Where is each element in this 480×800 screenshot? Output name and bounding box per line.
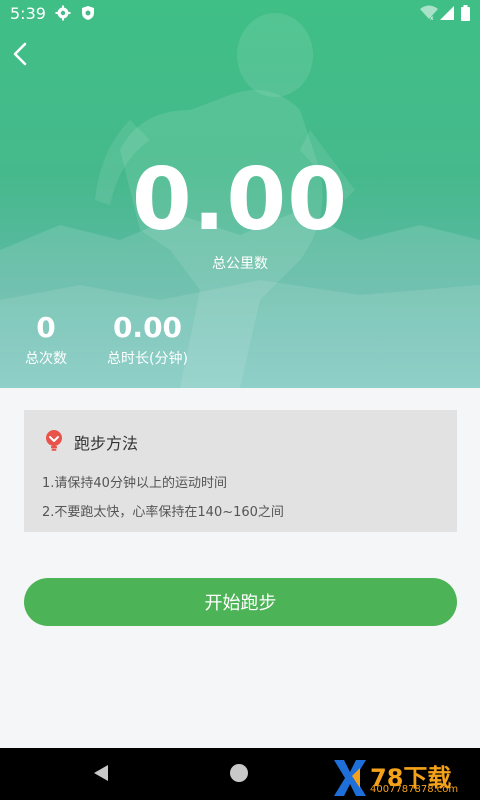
status-bar: 5:39 x [0,0,480,28]
total-duration-stat: 0.00 总时长(分钟) [100,312,195,368]
tip-line: 2.不要跑太快，心率保持在140~160之间 [42,505,284,520]
total-km-value: 0.00 [131,150,349,250]
nav-home-icon[interactable] [230,764,248,782]
x-logo-icon [334,760,366,796]
gear-icon [55,5,71,21]
back-arrow-icon[interactable] [8,40,36,68]
tip-line: 1.请保持40分钟以上的运动时间 [42,476,227,491]
total-duration-label: 总时长(分钟) [107,351,188,367]
signal-icon [440,6,454,20]
wifi-icon: x [420,5,438,21]
watermark: 78下载 4007787878.com [330,756,475,800]
status-time: 5:39 [10,4,46,23]
tips-title: 跑步方法 [74,434,139,453]
svg-text:x: x [430,15,434,21]
hero-banner: 5:39 x 0.00 总公里数 0 总次数 0.00 总时长(分钟) [0,0,480,388]
lightbulb-icon [46,430,62,451]
total-duration-value: 0.00 [112,311,183,344]
battery-icon [461,5,470,21]
total-km-label: 总公里数 [212,256,268,272]
total-count-stat: 0 总次数 [18,312,74,368]
nav-back-icon[interactable] [92,764,110,782]
screen: 5:39 x 0.00 总公里数 0 总次数 0.00 总时长(分钟) 跑步方法… [0,0,480,800]
running-tips-card: 跑步方法 1.请保持40分钟以上的运动时间 2.不要跑太快，心率保持在140~1… [24,410,457,532]
total-count-label: 总次数 [25,351,67,367]
watermark-site: 4007787878.com [370,784,459,795]
total-count-value: 0 [36,311,56,344]
shield-icon [82,6,94,20]
start-running-button[interactable]: 开始跑步 [24,578,457,626]
